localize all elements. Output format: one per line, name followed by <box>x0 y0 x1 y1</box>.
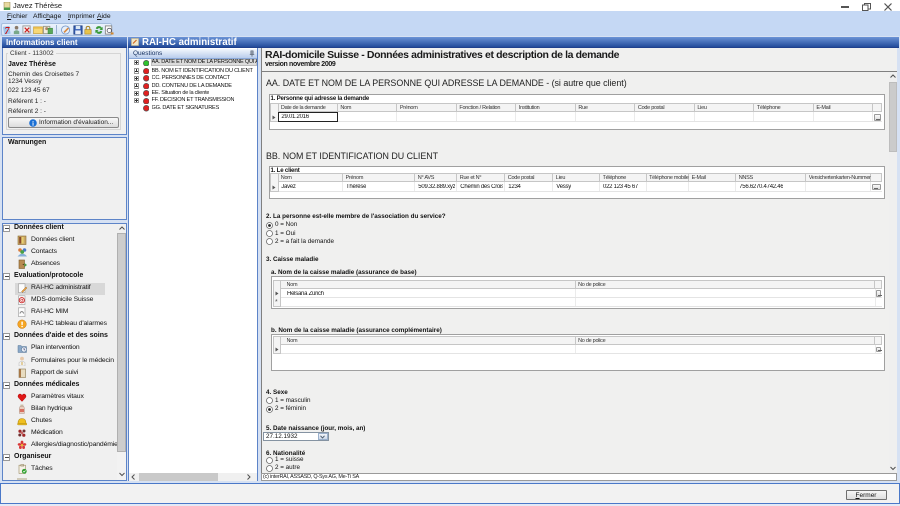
svg-text:i: i <box>32 120 34 126</box>
